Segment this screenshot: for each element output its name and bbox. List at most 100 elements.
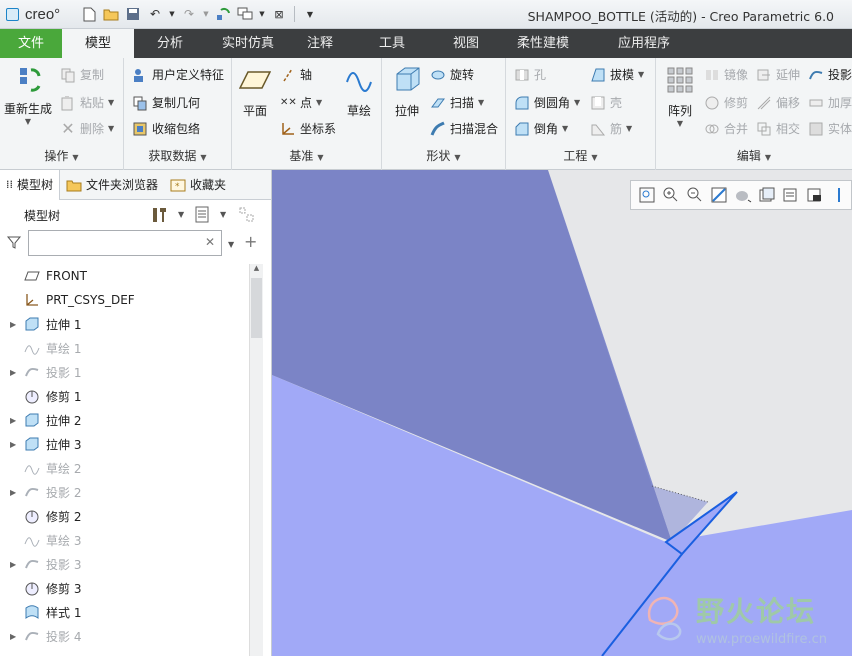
tab-model-tree[interactable]: ⁞⁞ 模型树: [0, 169, 61, 200]
thicken-button[interactable]: 加厚: [808, 94, 852, 111]
tab-0[interactable]: 文件: [0, 29, 62, 58]
tree-item[interactable]: 草绘 2: [0, 456, 250, 480]
tree-show-dropdown-icon[interactable]: ▼: [220, 210, 226, 219]
datum-plane-button[interactable]: 平面: [238, 64, 272, 119]
regenerate-small-icon[interactable]: [214, 5, 232, 23]
operations-group-label[interactable]: 操作 ▼: [0, 147, 123, 164]
regenerate-dropdown-icon[interactable]: ▼: [2, 117, 54, 126]
tree-item[interactable]: 修剪 2: [0, 504, 250, 528]
engineering-group-label[interactable]: 工程 ▼: [506, 147, 655, 164]
shapes-group-label[interactable]: 形状 ▼: [382, 147, 505, 164]
hole-button[interactable]: 孔: [514, 66, 546, 83]
tree-item[interactable]: ▶ 拉伸 1: [0, 312, 250, 336]
chamfer-button[interactable]: 倒角 ▼: [514, 120, 568, 137]
paste-button[interactable]: 粘贴 ▼: [60, 94, 114, 111]
tree-item[interactable]: ▶ 投影 3: [0, 552, 250, 576]
tab-8[interactable]: 应用程序: [588, 29, 700, 58]
zoom-in-icon[interactable]: [661, 185, 681, 205]
tree-item[interactable]: ▶ 投影 2: [0, 480, 250, 504]
offset-button[interactable]: 偏移: [756, 94, 800, 111]
tree-item[interactable]: ▶ 拉伸 3: [0, 432, 250, 456]
project-button[interactable]: 投影: [808, 66, 852, 83]
tree-item[interactable]: PRT_CSYS_DEF: [0, 288, 250, 312]
customize-qat-icon[interactable]: ▼: [301, 5, 319, 23]
tree-item[interactable]: ▶ 投影 1: [0, 360, 250, 384]
display-style-icon[interactable]: [733, 185, 753, 205]
shrinkwrap-button[interactable]: 收缩包络: [132, 120, 200, 137]
expand-arrow-icon[interactable]: ▶: [10, 416, 22, 425]
view-manager-icon[interactable]: [781, 185, 801, 205]
undo-dropdown-icon[interactable]: ▼: [168, 5, 176, 23]
draft-button[interactable]: 拔模 ▼: [590, 66, 644, 83]
add-filter-icon[interactable]: +: [244, 232, 257, 251]
tree-item[interactable]: ▶ 投影 4: [0, 624, 250, 648]
copy-button[interactable]: 复制: [60, 66, 104, 83]
datum-csys-button[interactable]: 坐标系: [280, 120, 336, 137]
scroll-up-icon[interactable]: ▲: [250, 264, 263, 276]
saved-views-icon[interactable]: [757, 185, 777, 205]
scroll-thumb[interactable]: [251, 278, 262, 338]
datum-group-label[interactable]: 基准 ▼: [232, 147, 381, 164]
sketch-button[interactable]: 草绘: [340, 64, 378, 119]
revolve-button[interactable]: 旋转: [430, 66, 474, 83]
delete-button[interactable]: ✕ 删除 ▼: [60, 120, 114, 137]
expand-arrow-icon[interactable]: ▶: [10, 440, 22, 449]
perspective-icon[interactable]: [805, 185, 825, 205]
datum-display-icon[interactable]: [829, 185, 849, 205]
expand-arrow-icon[interactable]: ▶: [10, 320, 22, 329]
sweep-button[interactable]: 扫描 ▼: [430, 94, 484, 111]
redo-icon[interactable]: ↷: [180, 5, 198, 23]
tab-5[interactable]: 工具: [350, 29, 434, 58]
pattern-dropdown-icon[interactable]: ▼: [662, 119, 698, 128]
tree-columns-icon[interactable]: [238, 206, 256, 227]
regenerate-button[interactable]: 重新生成 ▼: [2, 64, 54, 126]
save-icon[interactable]: [124, 5, 142, 23]
tree-item[interactable]: 草绘 1: [0, 336, 250, 360]
expand-arrow-icon[interactable]: ▶: [10, 560, 22, 569]
search-dropdown-icon[interactable]: ▼: [228, 240, 234, 249]
refit-icon[interactable]: [637, 185, 657, 205]
repaint-icon[interactable]: [709, 185, 729, 205]
tree-search-input[interactable]: ✕: [28, 230, 222, 256]
filter-icon[interactable]: [6, 234, 22, 253]
zoom-out-icon[interactable]: [685, 185, 705, 205]
editing-group-label[interactable]: 编辑 ▼: [656, 147, 852, 164]
new-file-icon[interactable]: [80, 5, 98, 23]
rib-button[interactable]: 筋 ▼: [590, 120, 632, 137]
datum-point-button[interactable]: ✕✕ 点 ▼: [280, 94, 322, 111]
tab-2[interactable]: 分析: [134, 29, 206, 58]
tree-item[interactable]: ▶ 拉伸 2: [0, 408, 250, 432]
extrude-button[interactable]: 拉伸: [388, 64, 426, 119]
clear-search-icon[interactable]: ✕: [205, 235, 215, 249]
tree-scrollbar[interactable]: ▲: [249, 264, 263, 656]
datum-axis-button[interactable]: 轴: [280, 66, 312, 83]
undo-icon[interactable]: ↶: [146, 5, 164, 23]
swept-blend-button[interactable]: 扫描混合: [430, 120, 498, 137]
expand-arrow-icon[interactable]: ▶: [10, 488, 22, 497]
redo-dropdown-icon[interactable]: ▼: [202, 5, 210, 23]
open-folder-icon[interactable]: [102, 5, 120, 23]
tab-favorites[interactable]: * 收藏夹: [164, 170, 232, 200]
expand-arrow-icon[interactable]: ▶: [10, 632, 22, 641]
tree-settings-dropdown-icon[interactable]: ▼: [178, 210, 184, 219]
tab-3[interactable]: 实时仿真: [206, 29, 290, 58]
tree-item[interactable]: 草绘 3: [0, 528, 250, 552]
tab-6[interactable]: 视图: [434, 29, 498, 58]
intersect-button[interactable]: 相交: [756, 120, 800, 137]
tree-item[interactable]: 修剪 1: [0, 384, 250, 408]
shell-button[interactable]: 壳: [590, 94, 622, 111]
tab-7[interactable]: 柔性建模: [498, 29, 588, 58]
trim-button[interactable]: 修剪: [704, 94, 748, 111]
mirror-button[interactable]: 镜像: [704, 66, 748, 83]
graphics-viewport[interactable]: 野火论坛 www.proewildfire.cn: [272, 170, 852, 656]
tab-folder-browser[interactable]: 文件夹浏览器: [60, 170, 164, 200]
tree-show-icon[interactable]: [194, 206, 210, 227]
solidify-button[interactable]: 实体: [808, 120, 852, 137]
tab-1[interactable]: 模型: [62, 29, 134, 58]
extend-button[interactable]: 延伸: [756, 66, 800, 83]
close-window-icon[interactable]: ⊠: [270, 5, 288, 23]
windows-icon[interactable]: [236, 5, 254, 23]
tab-4[interactable]: 注释: [290, 29, 350, 58]
windows-dropdown-icon[interactable]: ▼: [258, 5, 266, 23]
copy-geometry-button[interactable]: 复制几何: [132, 94, 200, 111]
